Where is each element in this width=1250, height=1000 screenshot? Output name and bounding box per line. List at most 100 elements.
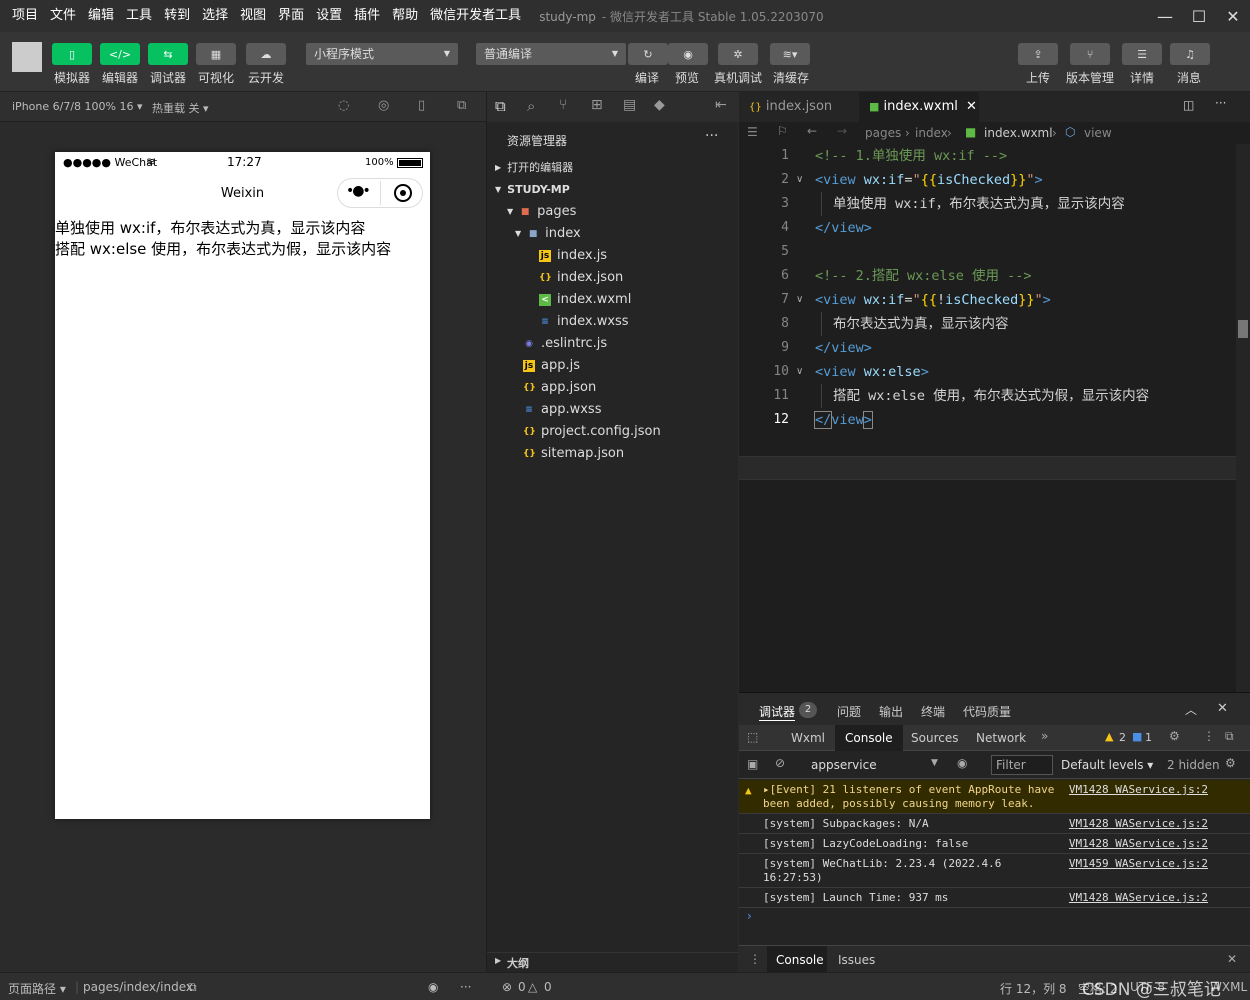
tab-console[interactable]: Console bbox=[845, 731, 893, 745]
forward-icon[interactable]: → bbox=[837, 124, 847, 138]
cloud-icon[interactable]: ☁ bbox=[246, 43, 286, 65]
device-select[interactable]: iPhone 6/7/8 100% 16 ▾ bbox=[12, 100, 143, 113]
list-icon[interactable]: ☰ bbox=[747, 125, 758, 139]
menu-plugins[interactable]: 插件 bbox=[348, 0, 386, 32]
sidebar-toggle-icon[interactable]: ▣ bbox=[747, 757, 758, 771]
breadcrumb-view[interactable]: view bbox=[1084, 126, 1112, 140]
mode-select[interactable]: 小程序模式 ▼ bbox=[306, 43, 458, 65]
maximize-icon[interactable]: ☐ bbox=[1182, 0, 1216, 32]
tab-network[interactable]: Network bbox=[976, 731, 1026, 745]
menu-help[interactable]: 帮助 bbox=[386, 0, 424, 32]
gear-icon[interactable]: ⚙ bbox=[1169, 729, 1180, 743]
eye-icon[interactable]: ◉ bbox=[957, 756, 967, 770]
inspect-icon[interactable]: ⬚ bbox=[747, 730, 758, 744]
chevron-up-icon[interactable]: ︿ bbox=[1185, 701, 1197, 718]
back-icon[interactable]: ← bbox=[807, 124, 817, 138]
split-editor-icon[interactable]: ◫ bbox=[1183, 98, 1194, 112]
menu-interface[interactable]: 界面 bbox=[272, 0, 310, 32]
record-icon[interactable]: ◎ bbox=[378, 98, 389, 113]
cursor-position[interactable]: 行 12，列 8 bbox=[1000, 980, 1067, 997]
open-editors-section[interactable]: ▶ 打开的编辑器 bbox=[495, 157, 573, 179]
tab-problems[interactable]: 问题 bbox=[837, 703, 861, 720]
more-tabs-icon[interactable]: » bbox=[1041, 729, 1048, 743]
tree-item-eslintrc[interactable]: ◉ .eslintrc.js bbox=[523, 333, 607, 355]
more-actions-icon[interactable]: ··· bbox=[1215, 96, 1226, 110]
menu-project[interactable]: 项目 bbox=[0, 0, 44, 32]
undock-icon[interactable]: ⧉ bbox=[1225, 729, 1234, 744]
console-source-link[interactable]: VM1428 WAService.js:2 bbox=[1069, 783, 1208, 796]
fold-chevron-icon[interactable]: ∨ bbox=[796, 288, 803, 312]
branch-icon[interactable]: ⑂ bbox=[1070, 43, 1110, 65]
tree-item-index-wxss[interactable]: ≡ index.wxss bbox=[539, 311, 628, 333]
details-icon[interactable]: ☰ bbox=[1122, 43, 1162, 65]
menu-wechat-devtools[interactable]: 微信开发者工具 bbox=[424, 0, 527, 32]
menu-settings[interactable]: 设置 bbox=[310, 0, 348, 32]
menu-view[interactable]: 视图 bbox=[234, 0, 272, 32]
project-section[interactable]: ▼ STUDY-MP bbox=[495, 179, 570, 201]
tree-item-index-folder[interactable]: ▼ ■ index bbox=[515, 223, 581, 245]
tab-sources[interactable]: Sources bbox=[911, 731, 958, 745]
git-icon[interactable]: ⑂ bbox=[559, 97, 567, 113]
menu-file[interactable]: 文件 bbox=[44, 0, 82, 32]
breadcrumb-index[interactable]: index bbox=[915, 126, 948, 140]
copy-icon[interactable]: ⧉ bbox=[188, 980, 197, 995]
console-prompt-icon[interactable]: › bbox=[747, 909, 752, 923]
layers-icon[interactable]: ≋▾ bbox=[770, 43, 810, 65]
drawer-tab-console[interactable]: Console bbox=[776, 953, 824, 967]
tree-item-index-json[interactable]: {} index.json bbox=[539, 267, 623, 289]
close-icon[interactable]: ✕ bbox=[1217, 701, 1228, 716]
console-source-link[interactable]: VM1428 WAService.js:2 bbox=[1069, 817, 1208, 830]
bell-icon[interactable]: ♫ bbox=[1170, 43, 1210, 65]
breadcrumb-file[interactable]: index.wxml bbox=[984, 126, 1053, 140]
tree-item-app-wxss[interactable]: ≡ app.wxss bbox=[523, 399, 601, 421]
console-source-link[interactable]: VM1428 WAService.js:2 bbox=[1069, 837, 1208, 850]
refresh-icon[interactable]: ↻ bbox=[628, 43, 668, 65]
minimize-icon[interactable]: — bbox=[1148, 0, 1182, 32]
levels-select[interactable]: Default levels ▾ bbox=[1061, 758, 1153, 772]
clear-console-icon[interactable]: ⊘ bbox=[775, 756, 785, 770]
menu-edit[interactable]: 编辑 bbox=[82, 0, 120, 32]
avatar[interactable] bbox=[12, 42, 42, 72]
simulator-toggle-icon[interactable]: ▯ bbox=[52, 43, 92, 65]
close-icon[interactable]: ✕ bbox=[1216, 0, 1250, 32]
tab-index-wxml[interactable]: ■ index.wxml ✕ bbox=[859, 92, 979, 122]
debugger-toggle-icon[interactable]: ⇆ bbox=[148, 43, 188, 65]
tab-debugger[interactable]: 调试器 bbox=[759, 703, 796, 721]
tab-index-json[interactable]: {} index.json bbox=[739, 92, 857, 122]
tab-wxml[interactable]: Wxml bbox=[791, 731, 825, 745]
scrollbar-thumb[interactable] bbox=[1238, 320, 1248, 338]
breadcrumb-pages[interactable]: pages bbox=[865, 126, 901, 140]
drawer-tab-issues[interactable]: Issues bbox=[838, 953, 875, 967]
close-icon[interactable]: ✕ bbox=[966, 99, 977, 114]
code-area[interactable]: 1 2 3 4 5 6 7 8 9 10 11 12 ∨ ∨ ∨ <!-- 1.… bbox=[739, 144, 1250, 692]
visual-icon[interactable]: ▦ bbox=[196, 43, 236, 65]
more-actions-icon[interactable]: ··· bbox=[460, 980, 471, 994]
tab-code-quality[interactable]: 代码质量 bbox=[963, 703, 1011, 720]
more-actions-icon[interactable]: ⋮ bbox=[749, 952, 761, 966]
more-icon[interactable]: •●• bbox=[346, 183, 371, 199]
phone-icon[interactable]: ▯ bbox=[418, 98, 425, 113]
extensions-icon[interactable]: ⊞ bbox=[591, 97, 603, 113]
context-select[interactable]: appservice bbox=[811, 758, 877, 772]
page-path-select[interactable]: 页面路径 ▾ bbox=[8, 980, 66, 997]
compile-select[interactable]: 普通编译 ▼ bbox=[476, 43, 626, 65]
more-actions-icon[interactable]: ··· bbox=[705, 128, 718, 144]
tab-terminal[interactable]: 终端 bbox=[921, 703, 945, 720]
tree-item-app-js[interactable]: js app.js bbox=[523, 355, 580, 377]
tree-item-index-wxml[interactable]: < index.wxml bbox=[539, 289, 631, 311]
rotate-icon[interactable]: ◌ bbox=[338, 98, 349, 113]
gear-icon[interactable]: ⚙ bbox=[1225, 756, 1236, 770]
tree-item-index-js[interactable]: js index.js bbox=[539, 245, 607, 267]
bug-icon[interactable]: ✲ bbox=[718, 43, 758, 65]
tree-item-app-json[interactable]: {} app.json bbox=[523, 377, 596, 399]
files-icon[interactable]: ⧉ bbox=[495, 97, 506, 115]
fold-chevron-icon[interactable]: ∨ bbox=[796, 360, 803, 384]
search-icon[interactable]: ⌕ bbox=[527, 97, 535, 115]
eye-icon[interactable]: ◉ bbox=[428, 980, 438, 994]
docker-icon[interactable]: ◆ bbox=[654, 97, 665, 113]
fold-chevron-icon[interactable]: ∨ bbox=[796, 168, 803, 192]
filter-input[interactable]: Filter bbox=[991, 755, 1053, 775]
scrollbar[interactable] bbox=[1236, 144, 1250, 692]
menu-goto[interactable]: 转到 bbox=[158, 0, 196, 32]
popout-icon[interactable]: ⧉ bbox=[457, 98, 466, 113]
